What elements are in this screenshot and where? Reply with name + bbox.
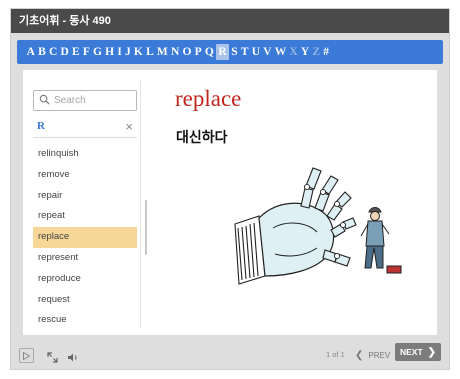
alphabet-letter-f[interactable]: F: [81, 44, 91, 60]
next-button[interactable]: NEXT ❯: [395, 343, 441, 361]
alphabet-letter-h[interactable]: H: [104, 44, 116, 60]
word-list-item[interactable]: relinquish: [33, 144, 137, 165]
word-sidebar: R × relinquishremoverepairrepeatreplacer…: [33, 80, 147, 328]
window-title: 기초어휘 - 동사 490: [11, 9, 449, 33]
alphabet-letter-b[interactable]: B: [37, 44, 48, 60]
word-meaning: 대신하다: [176, 130, 228, 146]
alphabet-letter-s[interactable]: S: [230, 44, 240, 60]
speaker-icon[interactable]: [67, 350, 79, 368]
alphabet-letter-x: X: [289, 46, 298, 58]
alphabet-letter-t[interactable]: T: [239, 44, 250, 60]
search-input[interactable]: [54, 95, 134, 106]
alphabet-letter-y[interactable]: Y: [299, 44, 311, 60]
prev-button[interactable]: ❮ PREV: [355, 347, 390, 363]
alphabet-letter-hash[interactable]: #: [322, 44, 331, 60]
word-list-item[interactable]: represent: [33, 248, 137, 269]
word-list-item[interactable]: reproduce: [33, 269, 137, 290]
alphabet-letter-e[interactable]: E: [70, 44, 81, 60]
filter-row: R ×: [33, 118, 137, 138]
alphabet-index-bar: A B C D E F G H I J K L M N O P Q R S T U V W X Y Z #: [17, 40, 443, 64]
alphabet-letter-w[interactable]: W: [273, 44, 288, 60]
alphabet-letter-n[interactable]: N: [169, 44, 181, 60]
word-list: relinquish remove repair repeat replace repre…: [33, 144, 137, 328]
prev-label: PREV: [368, 350, 391, 360]
robot-hand-illustration: [234, 167, 402, 285]
alphabet-letter-k[interactable]: K: [132, 44, 144, 60]
play-button[interactable]: [19, 348, 34, 363]
word-title: replace: [175, 86, 242, 111]
alphabet-letter-l[interactable]: L: [144, 44, 155, 60]
alphabet-letter-z: Z: [312, 46, 321, 58]
search-box[interactable]: [33, 90, 137, 111]
alphabet-letter-a[interactable]: A: [25, 44, 37, 60]
expand-icon[interactable]: [47, 350, 58, 368]
alphabet-letter-d[interactable]: D: [59, 44, 71, 60]
alphabet-letter-j[interactable]: J: [123, 44, 132, 60]
chevron-right-icon: ❯: [427, 346, 437, 358]
search-icon: [39, 92, 50, 110]
chevron-left-icon: ❮: [355, 349, 364, 361]
alphabet-letter-q[interactable]: Q: [203, 44, 215, 60]
play-icon: [23, 347, 31, 365]
word-list-scrollbar[interactable]: [145, 200, 147, 255]
word-list-item[interactable]: replace: [33, 227, 137, 248]
word-list-item[interactable]: rescue: [33, 310, 137, 331]
alphabet-letter-p[interactable]: P: [193, 44, 203, 60]
content-panel: R × relinquishremoverepairrepeatreplacer…: [23, 70, 437, 335]
clear-filter-button[interactable]: ×: [125, 120, 133, 134]
alphabet-letter-r[interactable]: R: [216, 44, 229, 60]
playback-control-bar: 1 of 1 ❮ PREV NEXT ❯: [11, 341, 449, 369]
alphabet-letter-m[interactable]: M: [155, 44, 169, 60]
alphabet-letter-c[interactable]: C: [47, 44, 59, 60]
page-indicator: 1 of 1: [326, 350, 345, 359]
word-list-item[interactable]: request: [33, 290, 137, 311]
filter-letter: R: [37, 120, 45, 132]
alphabet-letter-v[interactable]: V: [262, 44, 274, 60]
word-list-item[interactable]: remove: [33, 165, 137, 186]
word-list-item[interactable]: repeat: [33, 206, 137, 227]
player-frame: 기초어휘 - 동사 490 ABCDEFGHIJKLMNOPQRSTUVWXYZ…: [10, 8, 450, 370]
alphabet-letter-i[interactable]: I: [116, 44, 124, 60]
alphabet-letter-o[interactable]: O: [181, 44, 193, 60]
alphabet-letter-g[interactable]: G: [91, 44, 103, 60]
word-list-item[interactable]: repair: [33, 186, 137, 207]
next-label: NEXT: [399, 347, 423, 357]
alphabet-letter-u[interactable]: U: [250, 44, 262, 60]
